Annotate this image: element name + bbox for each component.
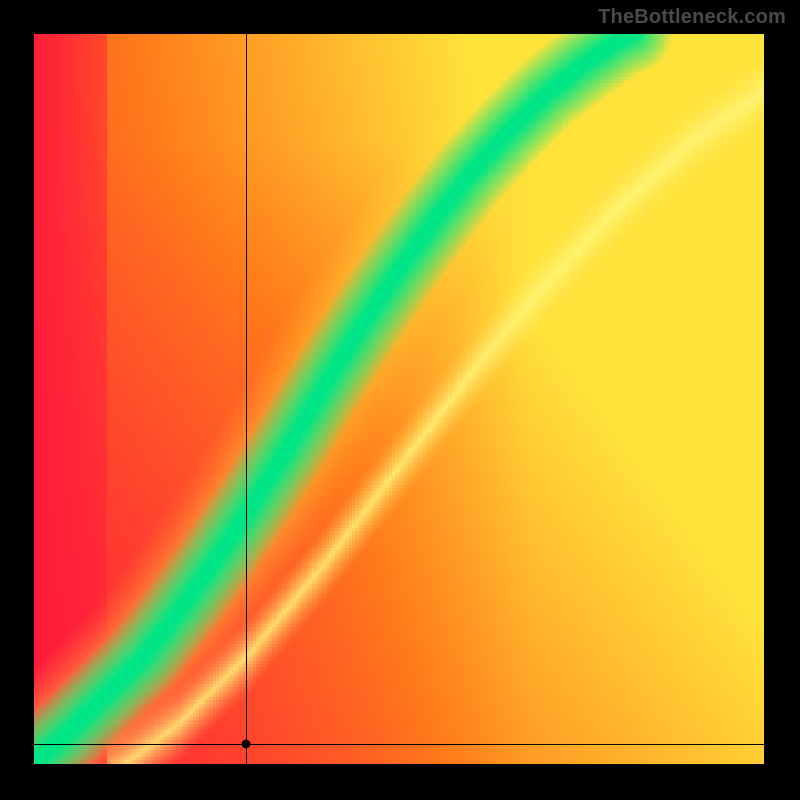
crosshair-marker[interactable] xyxy=(241,739,250,748)
heatmap-canvas xyxy=(34,34,764,764)
crosshair-vertical xyxy=(246,34,247,764)
chart-container: TheBottleneck.com xyxy=(0,0,800,800)
plot-area[interactable] xyxy=(34,34,764,764)
crosshair-horizontal xyxy=(34,744,764,745)
watermark-text: TheBottleneck.com xyxy=(598,6,786,29)
